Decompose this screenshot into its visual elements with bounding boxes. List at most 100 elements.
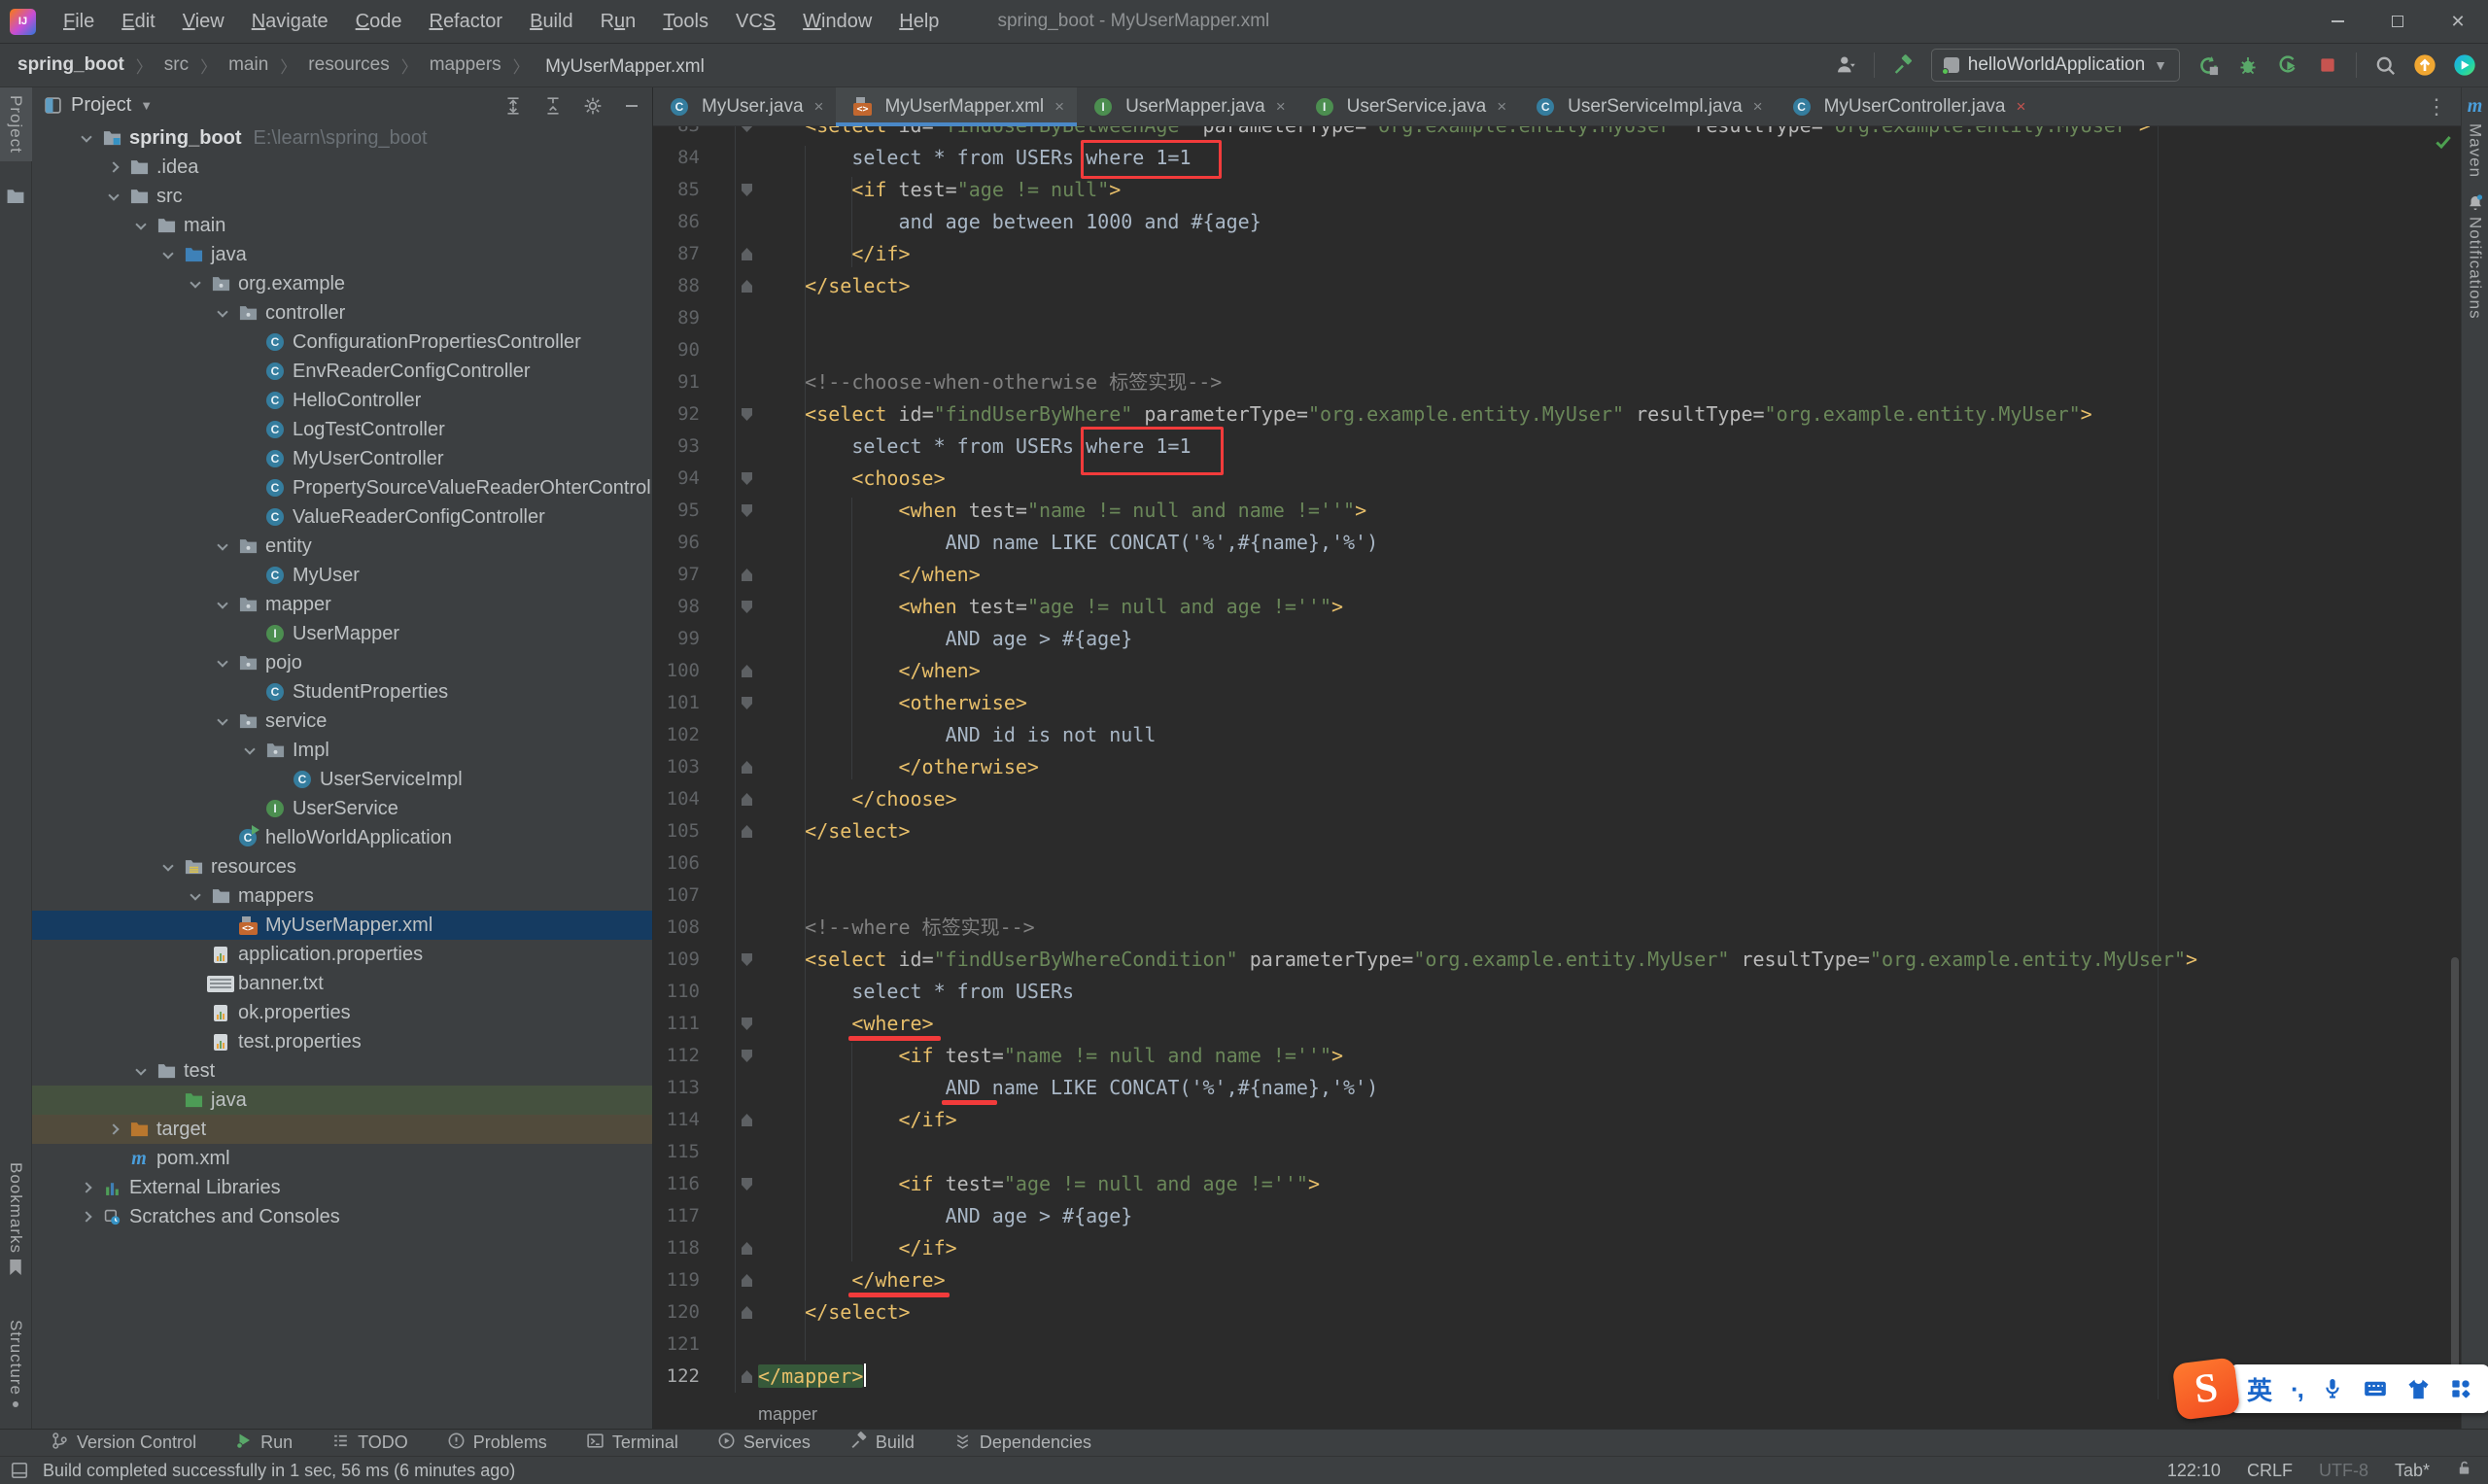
fold-marker-icon[interactable] bbox=[735, 398, 758, 431]
tree-item-test[interactable]: test bbox=[32, 1056, 652, 1086]
fold-marker-icon[interactable] bbox=[735, 174, 758, 206]
fold-marker-icon[interactable] bbox=[735, 1168, 758, 1200]
code-text[interactable]: </when> bbox=[758, 655, 2461, 687]
status-widget[interactable]: 122:10 bbox=[2167, 1461, 2221, 1481]
code-line-120[interactable]: 120 </select> bbox=[653, 1296, 2461, 1329]
tab-close-icon[interactable]: × bbox=[1753, 97, 1763, 117]
code-line-101[interactable]: 101 <otherwise> bbox=[653, 687, 2461, 719]
code-line-114[interactable]: 114 </if> bbox=[653, 1104, 2461, 1136]
code-text[interactable]: </where> bbox=[758, 1264, 2461, 1296]
code-text[interactable]: <!--choose-when-otherwise 标签实现--> bbox=[758, 366, 2461, 398]
fold-marker-icon[interactable] bbox=[735, 815, 758, 847]
code-text[interactable]: AND age > #{age} bbox=[758, 623, 2461, 655]
code-line-112[interactable]: 112 <if test="name != null and name !=''"… bbox=[653, 1040, 2461, 1072]
tree-item-UserServiceImpl[interactable]: C UserServiceImpl bbox=[32, 765, 652, 794]
ime-skin-icon[interactable] bbox=[2406, 1377, 2431, 1401]
line-number[interactable]: 94 bbox=[653, 463, 735, 495]
menu-tools[interactable]: Tools bbox=[649, 11, 722, 33]
code-line-102[interactable]: 102 AND id is not null bbox=[653, 719, 2461, 751]
status-widget[interactable]: UTF-8 bbox=[2319, 1461, 2368, 1481]
line-number[interactable]: 120 bbox=[653, 1296, 735, 1329]
code-line-105[interactable]: 105 </select> bbox=[653, 815, 2461, 847]
line-number[interactable]: 93 bbox=[653, 431, 735, 463]
minimize-button[interactable] bbox=[2307, 0, 2367, 44]
line-number[interactable]: 87 bbox=[653, 238, 735, 270]
code-text[interactable] bbox=[758, 1136, 2461, 1168]
sidebar-tab-notifications[interactable]: Notifications bbox=[2466, 186, 2485, 328]
menu-run[interactable]: Run bbox=[587, 11, 650, 33]
code-text[interactable]: AND name LIKE CONCAT('%',#{name},'%') bbox=[758, 527, 2461, 559]
toolwindow-button-dependencies[interactable]: Dependencies bbox=[953, 1432, 1091, 1455]
tree-item-ok.properties[interactable]: ok.properties bbox=[32, 998, 652, 1027]
fold-marker-icon[interactable] bbox=[735, 1104, 758, 1136]
chevron-down-icon[interactable] bbox=[211, 655, 234, 668]
code-text[interactable]: <if test="age != null and age !=''"> bbox=[758, 1168, 2461, 1200]
tree-item-java[interactable]: java bbox=[32, 240, 652, 269]
code-line-103[interactable]: 103 </otherwise> bbox=[653, 751, 2461, 783]
line-number[interactable]: 90 bbox=[653, 334, 735, 366]
code-line-88[interactable]: 88 </select> bbox=[653, 270, 2461, 302]
chevron-right-icon[interactable] bbox=[102, 161, 125, 173]
fold-marker-icon[interactable] bbox=[735, 1232, 758, 1264]
chevron-down-icon[interactable] bbox=[211, 713, 234, 726]
menu-vcs[interactable]: VCS bbox=[722, 11, 789, 33]
ime-toolbox-icon[interactable] bbox=[2449, 1377, 2472, 1400]
breadcrumb-item[interactable]: mappers bbox=[430, 54, 501, 76]
line-number[interactable]: 122 bbox=[653, 1361, 735, 1393]
fold-marker-icon[interactable] bbox=[735, 126, 758, 142]
run-button[interactable] bbox=[2196, 53, 2220, 77]
fold-marker-icon[interactable] bbox=[735, 655, 758, 687]
line-number[interactable]: 86 bbox=[653, 206, 735, 238]
code-text[interactable]: <select id="findUserByBetweenAge" parame… bbox=[758, 126, 2461, 142]
code-line-95[interactable]: 95 <when test="name != null and name !=''… bbox=[653, 495, 2461, 527]
code-text[interactable]: AND name LIKE CONCAT('%',#{name},'%') bbox=[758, 1072, 2461, 1104]
menu-window[interactable]: Window bbox=[789, 11, 885, 33]
tab-close-icon[interactable]: × bbox=[814, 97, 824, 117]
chevron-down-icon[interactable] bbox=[129, 1063, 153, 1076]
sidebar-tab-structure[interactable]: Structure bbox=[6, 1312, 25, 1421]
fold-marker-icon[interactable] bbox=[735, 1361, 758, 1393]
menu-view[interactable]: View bbox=[169, 11, 238, 33]
code-text[interactable] bbox=[758, 302, 2461, 334]
code-text[interactable]: AND id is not null bbox=[758, 719, 2461, 751]
code-line-106[interactable]: 106 bbox=[653, 847, 2461, 880]
project-panel-title[interactable]: Project bbox=[71, 94, 131, 117]
expand-all-icon[interactable] bbox=[503, 96, 523, 116]
code-line-118[interactable]: 118 </if> bbox=[653, 1232, 2461, 1264]
hide-panel-icon[interactable] bbox=[623, 97, 640, 115]
tree-item-ConfigurationPropertiesController[interactable]: C ConfigurationPropertiesController bbox=[32, 328, 652, 357]
tree-item-EnvReaderConfigController[interactable]: C EnvReaderConfigController bbox=[32, 357, 652, 386]
menu-file[interactable]: File bbox=[50, 11, 108, 33]
line-number[interactable]: 83 bbox=[653, 126, 735, 142]
code-text[interactable]: select * from USERs bbox=[758, 976, 2461, 1008]
line-number[interactable]: 113 bbox=[653, 1072, 735, 1104]
toolwindow-button-services[interactable]: Services bbox=[717, 1432, 811, 1455]
menu-edit[interactable]: Edit bbox=[108, 11, 168, 33]
code-line-113[interactable]: 113 AND name LIKE CONCAT('%',#{name},'%') bbox=[653, 1072, 2461, 1104]
tab-UserService.java[interactable]: I UserService.java × bbox=[1298, 87, 1520, 125]
tree-item-resources[interactable]: resources bbox=[32, 852, 652, 881]
fold-marker-icon[interactable] bbox=[735, 591, 758, 623]
line-number[interactable]: 101 bbox=[653, 687, 735, 719]
code-line-91[interactable]: 91 <!--choose-when-otherwise 标签实现--> bbox=[653, 366, 2461, 398]
code-text[interactable]: </if> bbox=[758, 1104, 2461, 1136]
line-number[interactable]: 105 bbox=[653, 815, 735, 847]
tree-item-org.example[interactable]: org.example bbox=[32, 269, 652, 298]
toolwindow-button-problems[interactable]: Problems bbox=[447, 1432, 547, 1455]
tree-item-pom.xml[interactable]: m pom.xml bbox=[32, 1144, 652, 1173]
code-text[interactable]: AND age > #{age} bbox=[758, 1200, 2461, 1232]
tree-item-PropertySourceValueReaderOhterController[interactable]: C PropertySourceValueReaderOhterControlle… bbox=[32, 473, 652, 502]
line-number[interactable]: 116 bbox=[653, 1168, 735, 1200]
code-line-93[interactable]: 93 select * from USERs where 1=1 bbox=[653, 431, 2461, 463]
code-text[interactable]: select * from USERs where 1=1 bbox=[758, 142, 2461, 174]
line-number[interactable]: 102 bbox=[653, 719, 735, 751]
ime-keyboard-icon[interactable] bbox=[2363, 1376, 2388, 1401]
tree-item-target[interactable]: target bbox=[32, 1115, 652, 1144]
toolwindow-button-run[interactable]: Run bbox=[235, 1432, 293, 1454]
code-line-99[interactable]: 99 AND age > #{age} bbox=[653, 623, 2461, 655]
code-line-87[interactable]: 87 </if> bbox=[653, 238, 2461, 270]
code-text[interactable]: </if> bbox=[758, 1232, 2461, 1264]
fold-marker-icon[interactable] bbox=[735, 495, 758, 527]
code-text[interactable]: <select id="findUserByWhere" parameterTy… bbox=[758, 398, 2461, 431]
code-text[interactable]: <where> bbox=[758, 1008, 2461, 1040]
